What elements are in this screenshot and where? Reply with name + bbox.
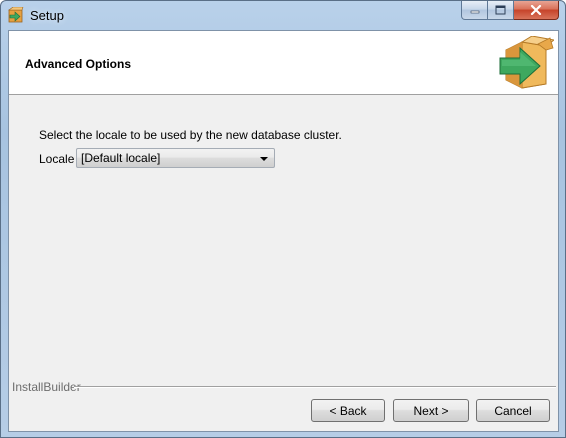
brand-label: InstallBuilder xyxy=(12,380,81,394)
cancel-button[interactable]: Cancel xyxy=(476,399,550,422)
next-button[interactable]: Next > xyxy=(393,399,469,422)
footer-divider xyxy=(74,386,556,388)
page-title: Advanced Options xyxy=(25,57,132,71)
minimize-button[interactable] xyxy=(461,1,488,20)
close-icon xyxy=(530,5,542,15)
close-button[interactable] xyxy=(514,1,559,20)
window-title: Setup xyxy=(30,8,64,23)
minimize-icon xyxy=(470,10,479,14)
maximize-button[interactable] xyxy=(488,1,514,20)
locale-selected-value: [Default locale] xyxy=(81,151,161,165)
wizard-body: Advanced Options Select the locale to be… xyxy=(8,30,559,432)
back-button[interactable]: < Back xyxy=(311,399,385,422)
locale-label: Locale xyxy=(39,152,75,166)
box-arrow-icon xyxy=(499,36,554,89)
maximize-icon xyxy=(495,5,506,15)
installer-icon xyxy=(8,7,24,23)
title-bar[interactable]: Setup xyxy=(1,1,565,31)
locale-select[interactable]: [Default locale] xyxy=(76,148,275,168)
wizard-header: Advanced Options xyxy=(9,31,558,95)
setup-window: Setup Advanced Options Select the locale… xyxy=(0,0,566,438)
chevron-down-icon xyxy=(260,157,268,161)
window-controls xyxy=(461,1,559,20)
locale-prompt: Select the locale to be used by the new … xyxy=(39,128,342,142)
